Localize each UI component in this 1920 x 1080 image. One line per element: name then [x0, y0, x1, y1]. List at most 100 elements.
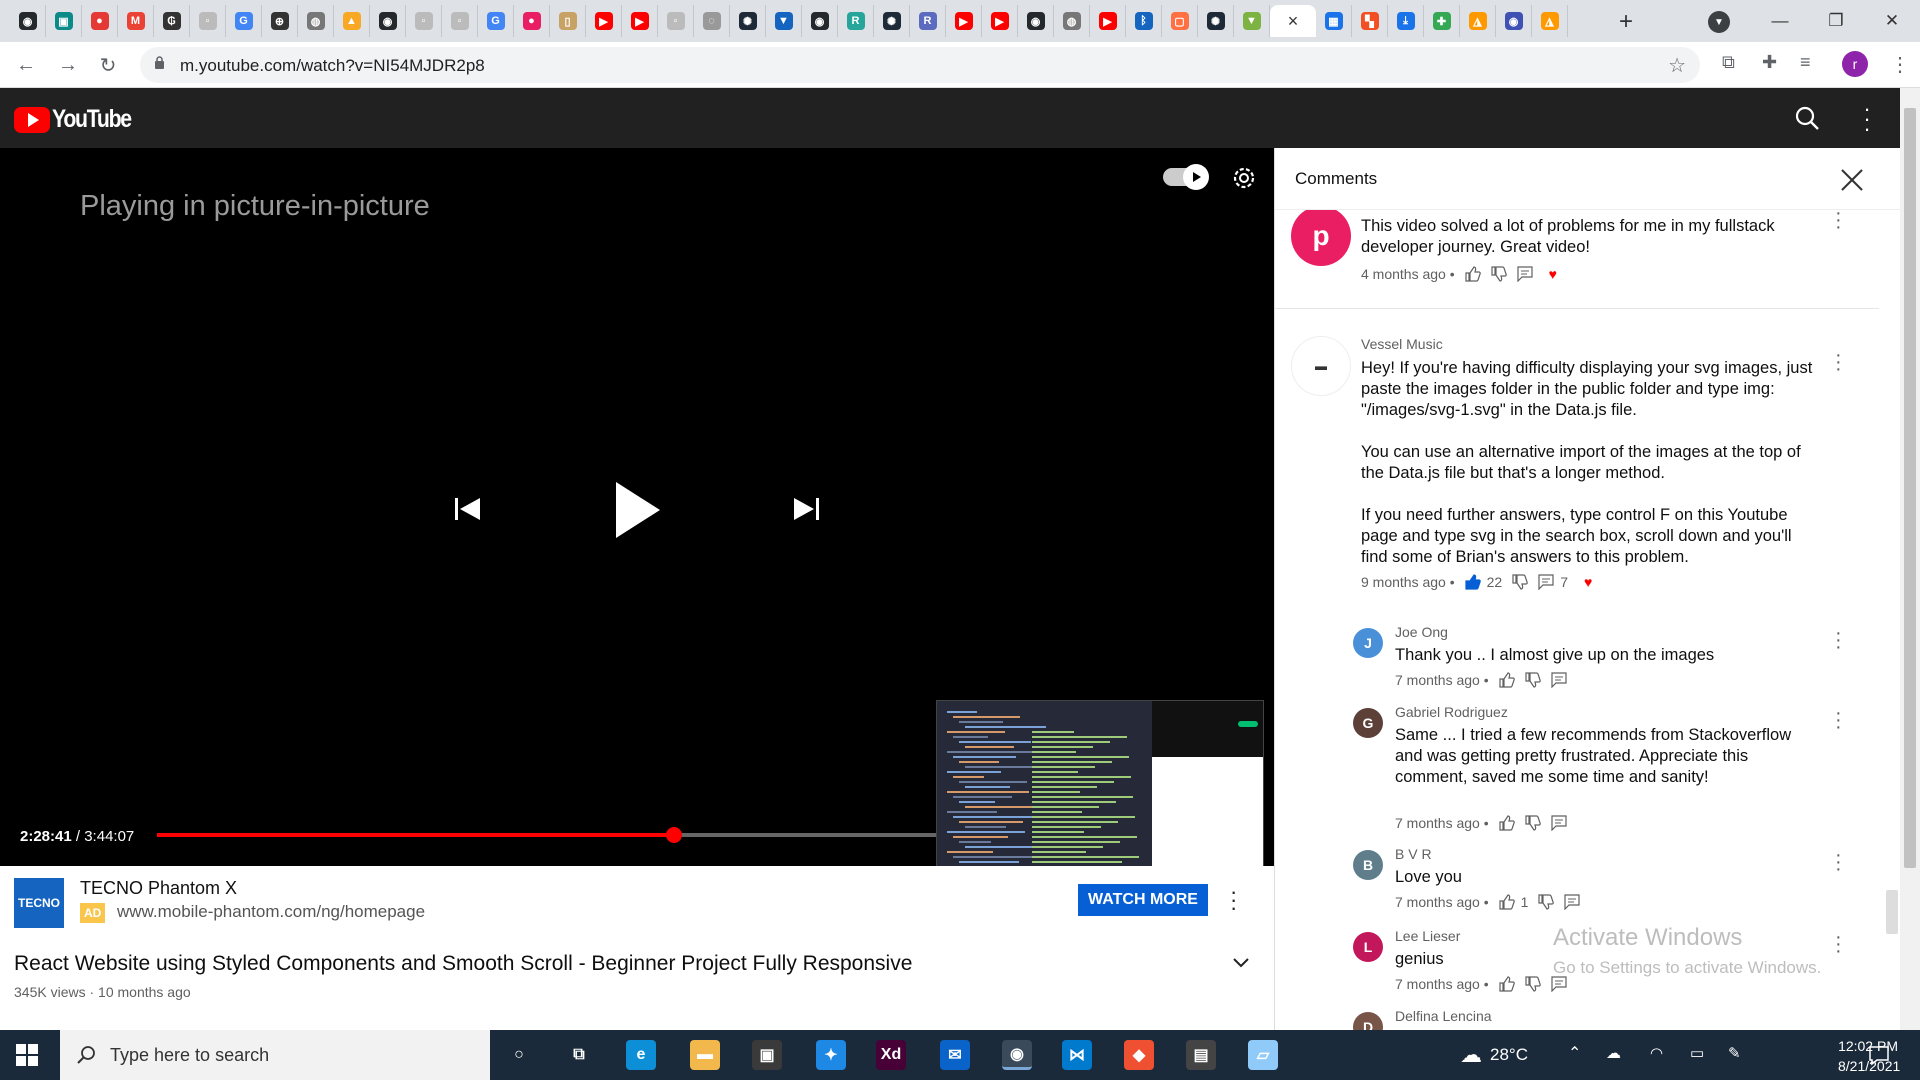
adobe-xd-icon[interactable]: Xd: [876, 1040, 906, 1070]
git-bash-icon[interactable]: ▤: [1186, 1040, 1216, 1070]
comment-more-icon[interactable]: · · ·: [1835, 203, 1842, 237]
minimize-button[interactable]: —: [1752, 0, 1808, 42]
browser-tab[interactable]: M: [118, 5, 154, 37]
ad-title[interactable]: TECNO Phantom X: [80, 878, 237, 899]
comments-scroll-thumb[interactable]: [1886, 890, 1898, 934]
reply-icon[interactable]: [1538, 574, 1554, 590]
browser-tab[interactable]: ▦: [1316, 5, 1352, 37]
notifications-icon[interactable]: [1868, 1044, 1890, 1066]
browser-tab[interactable]: ⊕: [262, 5, 298, 37]
browser-tab[interactable]: ▫: [190, 5, 226, 37]
browser-tab[interactable]: ◍: [298, 5, 334, 37]
browser-tab[interactable]: ✺: [730, 5, 766, 37]
browser-tab[interactable]: ⤓: [1388, 5, 1424, 37]
maximize-button[interactable]: ❐: [1808, 0, 1864, 42]
more-options-icon[interactable]: · · ·: [1862, 98, 1872, 140]
browser-tab[interactable]: ▶: [586, 5, 622, 37]
browser-tab[interactable]: ◌: [694, 5, 730, 37]
reply-icon[interactable]: [1551, 815, 1567, 831]
reply-author[interactable]: Gabriel Rodriguez: [1395, 704, 1508, 720]
ad-more-icon[interactable]: · · ·: [1230, 881, 1237, 919]
media-control-icon[interactable]: ≡: [1800, 52, 1811, 73]
browser-tab[interactable]: ✚: [1424, 5, 1460, 37]
pen-icon[interactable]: ✎: [1728, 1044, 1741, 1062]
browser-tab[interactable]: ▯: [550, 5, 586, 37]
close-window-button[interactable]: ✕: [1864, 0, 1920, 42]
extensions-puzzle-icon[interactable]: ✚: [1762, 52, 1777, 73]
browser-menu-icon[interactable]: ⋮: [1890, 52, 1910, 77]
forward-icon[interactable]: →: [54, 51, 82, 79]
browser-tab[interactable]: ●: [514, 5, 550, 37]
dislike-icon[interactable]: [1525, 976, 1541, 992]
profile-avatar[interactable]: r: [1842, 51, 1868, 77]
wifi-icon[interactable]: ◠: [1650, 1044, 1663, 1062]
active-tab[interactable]: ×: [1270, 5, 1316, 37]
browser-tab[interactable]: ▼: [1234, 5, 1270, 37]
picture-in-picture-icon[interactable]: ⧉: [1722, 52, 1735, 73]
browser-tab[interactable]: ◉: [1018, 5, 1054, 37]
reply-author[interactable]: Joe Ong: [1395, 624, 1448, 640]
comments-scrollbar[interactable]: [1881, 210, 1900, 1030]
close-icon[interactable]: [1839, 167, 1865, 193]
bookmark-star-icon[interactable]: ☆: [1668, 53, 1686, 78]
dislike-icon[interactable]: [1512, 574, 1528, 590]
like-icon[interactable]: [1499, 815, 1515, 831]
chevron-up-icon[interactable]: ⌃: [1568, 1043, 1581, 1063]
cortana-icon[interactable]: ○: [504, 1040, 534, 1070]
browser-tab[interactable]: ▶: [622, 5, 658, 37]
browser-tab[interactable]: ▶: [982, 5, 1018, 37]
chrome-icon[interactable]: ◉: [1002, 1040, 1032, 1070]
store-icon[interactable]: ▣: [752, 1040, 782, 1070]
next-video-icon[interactable]: [792, 494, 822, 524]
reply-icon[interactable]: [1517, 266, 1533, 282]
chevron-down-icon[interactable]: [1232, 954, 1250, 972]
browser-tab[interactable]: ᛒ: [1126, 5, 1162, 37]
back-icon[interactable]: ←: [12, 51, 40, 79]
mail-icon[interactable]: ✉: [940, 1040, 970, 1070]
url-text[interactable]: m.youtube.com/watch?v=NI54MJDR2p8: [180, 56, 485, 76]
browser-tab[interactable]: ▶: [946, 5, 982, 37]
dislike-icon[interactable]: [1491, 266, 1507, 282]
taskbar-search-placeholder[interactable]: Type here to search: [110, 1045, 269, 1066]
browser-tab[interactable]: ▲: [334, 5, 370, 37]
weather-cloud-icon[interactable]: ☁: [1460, 1042, 1482, 1068]
onedrive-cloud-icon[interactable]: ☁: [1606, 1044, 1621, 1062]
comment-more-icon[interactable]: · · ·: [1835, 345, 1842, 379]
reply-icon[interactable]: [1551, 976, 1567, 992]
page-scrollbar[interactable]: [1900, 88, 1920, 1030]
browser-tab[interactable]: ✺: [1198, 5, 1234, 37]
taskbar-search[interactable]: Type here to search: [60, 1030, 490, 1080]
comment-author[interactable]: Vessel Music: [1361, 336, 1443, 352]
new-tab-button[interactable]: +: [1612, 8, 1640, 36]
browser-tab[interactable]: ₲: [154, 5, 190, 37]
browser-tab[interactable]: ◉: [802, 5, 838, 37]
browser-tab[interactable]: ▫: [658, 5, 694, 37]
page-scroll-thumb[interactable]: [1904, 108, 1916, 868]
reply-icon[interactable]: [1564, 894, 1581, 910]
browser-tab[interactable]: ◮: [1460, 5, 1496, 37]
reply-author[interactable]: Delfina Lencina: [1395, 1008, 1492, 1024]
video-title[interactable]: React Website using Styled Components an…: [14, 952, 912, 976]
browser-tab[interactable]: ◉: [10, 5, 46, 37]
git-icon[interactable]: ◆: [1124, 1040, 1154, 1070]
temperature[interactable]: 28°C: [1490, 1045, 1528, 1065]
reply-author[interactable]: B V R: [1395, 846, 1432, 862]
browser-tab[interactable]: ◮: [1532, 5, 1568, 37]
search-icon[interactable]: [1793, 104, 1821, 132]
browser-tab[interactable]: R: [910, 5, 946, 37]
ad-url[interactable]: www.mobile-phantom.com/ng/homepage: [117, 902, 425, 922]
comment-more-icon[interactable]: · · ·: [1835, 927, 1842, 961]
address-bar[interactable]: m.youtube.com/watch?v=NI54MJDR2p8 ☆: [140, 47, 1700, 83]
browser-tab[interactable]: ▫: [406, 5, 442, 37]
ad-banner[interactable]: TECNO TECNO Phantom X AD www.mobile-phan…: [0, 866, 1274, 936]
browser-tab[interactable]: ✺: [874, 5, 910, 37]
youtube-logo[interactable]: YouTube: [14, 105, 145, 134]
like-icon[interactable]: [1499, 672, 1515, 688]
browser-tab[interactable]: ▫: [442, 5, 478, 37]
video-player[interactable]: Playing in picture-in-picture 2:28:41 / …: [0, 148, 1274, 886]
vscode-icon[interactable]: ⋈: [1062, 1040, 1092, 1070]
task-view-icon[interactable]: ⧉: [564, 1040, 594, 1070]
like-icon[interactable]: [1465, 574, 1481, 590]
browser-tab[interactable]: ◍: [1054, 5, 1090, 37]
like-icon[interactable]: [1499, 976, 1515, 992]
